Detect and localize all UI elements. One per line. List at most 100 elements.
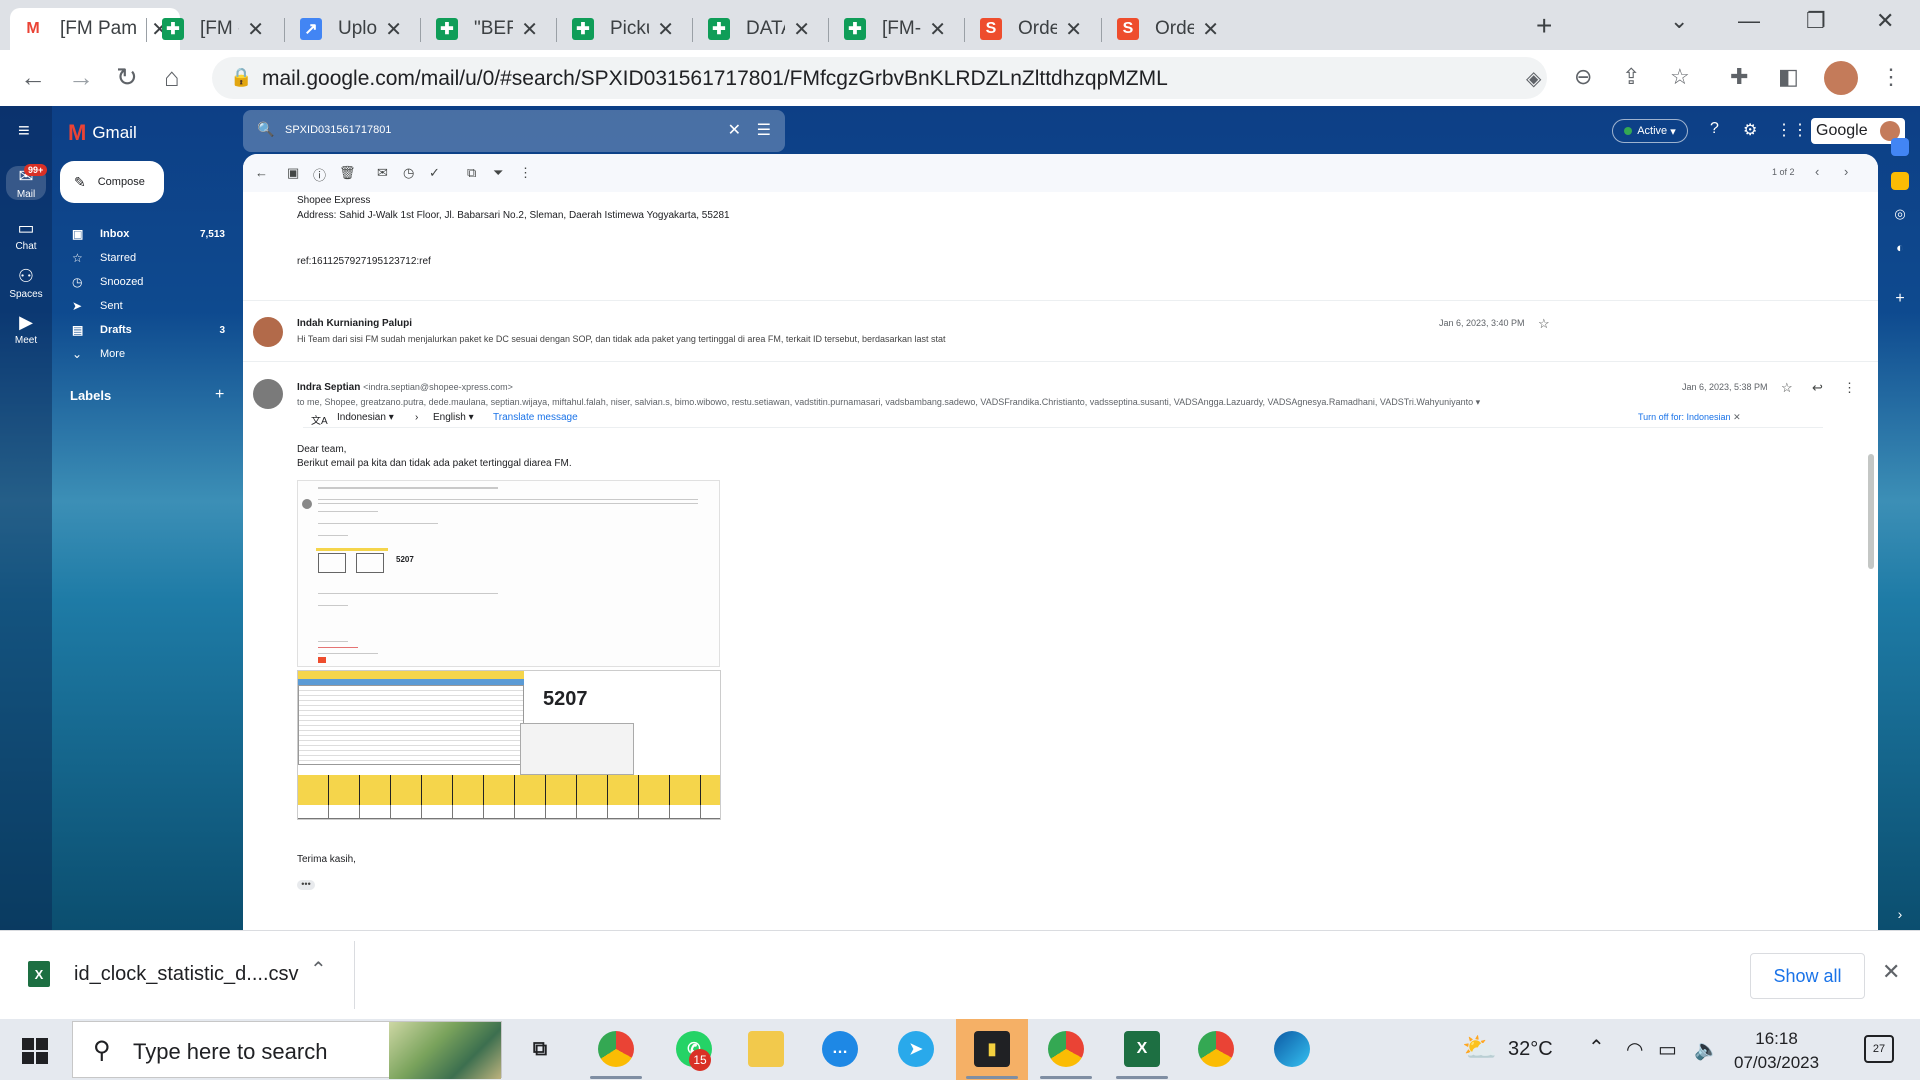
chrome-menu-icon[interactable]: ⋮ xyxy=(1880,64,1902,90)
lock-icon[interactable]: 🔒 xyxy=(230,67,252,88)
snooze-icon[interactable]: ◷ xyxy=(403,165,414,181)
tasks-icon[interactable]: ◎ xyxy=(1891,206,1909,224)
volume-icon[interactable]: 🔈 xyxy=(1694,1037,1719,1062)
close-tab-icon[interactable]: ✕ xyxy=(1065,17,1082,42)
chrome-icon[interactable] xyxy=(598,1031,634,1067)
delete-icon[interactable]: 🗑 xyxy=(339,165,356,181)
zoom-icon[interactable]: ⊖ xyxy=(1574,64,1592,90)
older-icon[interactable]: › xyxy=(1844,164,1848,179)
close-window-icon[interactable]: ✕ xyxy=(1876,8,1894,34)
back-icon[interactable]: ← xyxy=(20,62,46,93)
newer-icon[interactable]: ‹ xyxy=(1815,164,1819,179)
windows-start-icon[interactable] xyxy=(22,1038,48,1064)
msg2-sender[interactable]: Indra Septian <indra.septian@shopee-xpre… xyxy=(297,382,513,393)
rail-item-chat[interactable]: ▭ Chat xyxy=(0,218,52,252)
extensions-icon[interactable]: ✚ xyxy=(1730,64,1748,90)
close-tab-icon[interactable]: ✕ xyxy=(385,17,402,42)
reload-icon[interactable]: ↻ xyxy=(116,62,138,93)
chevron-up-icon[interactable]: ⌃ xyxy=(310,957,327,982)
search-input[interactable]: SPXID031561717801 xyxy=(285,124,391,136)
sidebar-item-sent[interactable]: ➤ Sent xyxy=(60,296,235,316)
label-icon[interactable]: ⏷ xyxy=(493,165,503,181)
install-app-icon[interactable]: ◈ xyxy=(1526,66,1541,91)
search-bar[interactable]: 🔍 SPXID031561717801 ✕ ☰ xyxy=(243,110,785,152)
wifi-icon[interactable]: ◠ xyxy=(1626,1037,1643,1062)
sidebar-item-drafts[interactable]: ▤ Drafts 3 xyxy=(60,320,235,340)
edge-icon[interactable] xyxy=(1274,1031,1310,1067)
attached-screenshot-table[interactable]: 5207 xyxy=(297,670,721,820)
msg1-star-icon[interactable]: ☆ xyxy=(1538,316,1550,332)
sidebar-item-starred[interactable]: ☆ Starred xyxy=(60,248,235,268)
help-icon[interactable]: ? xyxy=(1710,120,1719,138)
browser-tab[interactable]: ↗ Upload - ✕ xyxy=(288,8,414,50)
tab-search-icon[interactable]: ⌄ xyxy=(1670,8,1688,34)
translate-message-link[interactable]: Translate message xyxy=(493,412,578,423)
compose-button[interactable]: ✎ Compose xyxy=(60,161,164,203)
mark-unread-icon[interactable]: ✉ xyxy=(377,165,388,181)
new-tab-button[interactable]: + xyxy=(1536,10,1552,42)
sender-avatar[interactable] xyxy=(253,379,283,409)
address-bar[interactable]: 🔒 mail.google.com/mail/u/0/#search/SPXID… xyxy=(212,57,1547,99)
sidebar-item-inbox[interactable]: ▣ Inbox 7,513 xyxy=(60,224,235,244)
settings-gear-icon[interactable]: ⚙ xyxy=(1743,120,1757,140)
back-to-list-icon[interactable]: ← xyxy=(255,165,268,180)
close-tab-icon[interactable]: ✕ xyxy=(521,17,538,42)
sticky-notes-icon[interactable]: ▮ xyxy=(974,1031,1010,1067)
target-language-dropdown[interactable]: English ▾ xyxy=(433,412,474,423)
more-actions-icon[interactable]: ⋮ xyxy=(519,165,532,181)
download-item[interactable]: X id_clock_statistic_d....csv xyxy=(28,961,299,987)
profile-avatar[interactable] xyxy=(1824,61,1858,95)
msg1-snippet[interactable]: Hi Team dari sisi FM sudah menjalurkan p… xyxy=(297,334,946,344)
sidebar-item-more[interactable]: ⌄ More xyxy=(60,344,235,364)
msg2-more-icon[interactable]: ⋮ xyxy=(1843,380,1856,396)
sender-avatar[interactable] xyxy=(253,317,283,347)
browser-tab[interactable]: S Order Fo ✕ xyxy=(968,8,1094,50)
status-dropdown[interactable]: Active ▾ xyxy=(1612,119,1688,143)
show-trimmed-content-button[interactable]: ••• xyxy=(297,880,315,890)
report-spam-icon[interactable]: ⓘ xyxy=(313,165,326,184)
add-task-icon[interactable]: ✓ xyxy=(429,165,440,181)
close-tab-icon[interactable]: ✕ xyxy=(1202,17,1219,42)
side-panel-icon[interactable]: ◧ xyxy=(1778,64,1799,90)
attached-screenshot-image[interactable]: 5207 xyxy=(297,480,720,667)
browser-tab[interactable]: ✚ [FM-202 ✕ xyxy=(832,8,958,50)
close-tab-icon[interactable]: ✕ xyxy=(247,17,264,42)
telegram-icon[interactable]: ➤ xyxy=(898,1031,934,1067)
add-label-icon[interactable]: + xyxy=(215,386,224,404)
msg2-recipients[interactable]: to me, Shopee, greatzano.putra, dede.mau… xyxy=(297,397,1480,408)
url-text[interactable]: mail.google.com/mail/u/0/#search/SPXID03… xyxy=(262,67,1168,91)
contacts-icon[interactable]: ◐ xyxy=(1891,240,1909,258)
keep-icon[interactable] xyxy=(1891,172,1909,190)
tray-chevron-up-icon[interactable]: ⌃ xyxy=(1588,1035,1605,1060)
temperature[interactable]: 32°C xyxy=(1508,1038,1553,1061)
chrome-profile-icon[interactable] xyxy=(1048,1031,1084,1067)
source-language-dropdown[interactable]: Indonesian ▾ xyxy=(337,412,394,423)
rail-item-meet[interactable]: ▶ Meet xyxy=(0,312,52,346)
excel-icon[interactable]: X xyxy=(1124,1031,1160,1067)
apps-grid-icon[interactable]: ⋮⋮ xyxy=(1776,120,1808,140)
archive-icon[interactable]: ▣ xyxy=(287,165,299,181)
rail-item-spaces[interactable]: ⚇ Spaces xyxy=(0,266,52,300)
msg1-sender[interactable]: Indah Kurnianing Palupi xyxy=(297,318,412,329)
share-icon[interactable]: ⇪ xyxy=(1622,64,1640,90)
browser-tab[interactable]: ✚ Pickup p ✕ xyxy=(560,8,686,50)
notification-center-icon[interactable]: 27 xyxy=(1864,1035,1894,1063)
system-clock[interactable]: 16:18 07/03/2023 xyxy=(1734,1027,1819,1075)
minimize-icon[interactable]: — xyxy=(1738,8,1760,34)
search-icon[interactable]: 🔍 xyxy=(257,121,274,138)
scrollbar-thumb[interactable] xyxy=(1868,454,1874,569)
battery-icon[interactable]: ▭ xyxy=(1658,1037,1677,1062)
task-view-icon[interactable]: ⧉ xyxy=(522,1031,558,1067)
main-menu-icon[interactable]: ≡ xyxy=(18,120,30,143)
file-explorer-icon[interactable] xyxy=(748,1031,784,1067)
calendar-icon[interactable] xyxy=(1891,138,1909,156)
messenger-icon[interactable]: … xyxy=(822,1031,858,1067)
chrome-profile-2-icon[interactable] xyxy=(1198,1031,1234,1067)
add-addon-icon[interactable]: + xyxy=(1891,290,1909,308)
browser-tab[interactable]: ✚ [FM - 20: ✕ xyxy=(150,8,276,50)
sidebar-item-snoozed[interactable]: ◷ Snoozed xyxy=(60,272,235,292)
clear-search-icon[interactable]: ✕ xyxy=(728,120,741,140)
browser-tab[interactable]: ✚ DATABAS ✕ xyxy=(696,8,822,50)
gmail-logo[interactable]: M Gmail xyxy=(68,120,137,146)
move-to-icon[interactable]: ⧉ xyxy=(467,165,476,181)
